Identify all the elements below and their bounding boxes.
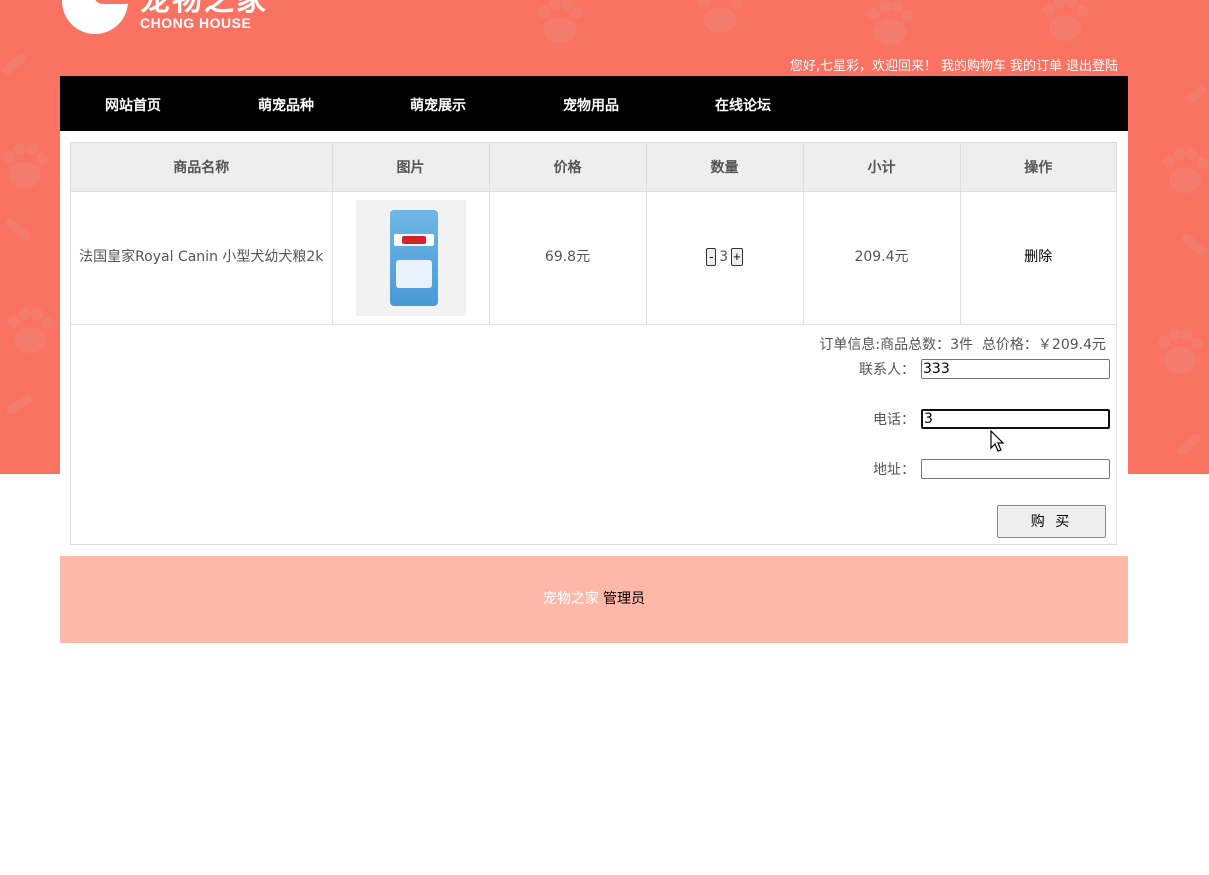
nav-item-breeds[interactable]: 萌宠品种 xyxy=(258,95,314,115)
product-price: 69.8元 xyxy=(489,191,647,325)
nav-item-supplies[interactable]: 宠物用品 xyxy=(563,95,619,115)
order-form: 订单信息:商品总数：3件 总价格：￥209.4元 联系人： 电话： 地址： 购 … xyxy=(71,325,1116,544)
phone-label: 电话： xyxy=(873,411,915,428)
main-nav: 网站首页 萌宠品种 萌宠展示 宠物用品 在线论坛 xyxy=(60,76,1128,131)
footer-brand: 宠物之家 xyxy=(543,591,599,607)
nav-item-showcase[interactable]: 萌宠展示 xyxy=(410,95,466,115)
buy-button[interactable]: 购 买 xyxy=(997,504,1106,538)
mouse-cursor-icon xyxy=(990,430,1005,452)
product-image xyxy=(355,199,466,316)
table-row: 法国皇家Royal Canin 小型犬幼犬粮2k 69.8元 -3 + 209.4… xyxy=(71,191,1116,325)
my-orders-link[interactable]: 我的订单 xyxy=(1010,59,1062,74)
contact-input[interactable] xyxy=(921,358,1110,379)
order-summary: 订单信息:商品总数：3件 总价格：￥209.4元 xyxy=(819,336,1106,353)
footer: 宠物之家 管理员 xyxy=(60,556,1128,643)
user-greeting: 您好,七星彩，欢迎回来！ xyxy=(789,59,937,74)
product-subtotal: 209.4元 xyxy=(803,191,961,325)
header-price: 价格 xyxy=(489,143,647,192)
quantity-stepper: -3 + xyxy=(646,191,804,325)
user-bar: 您好,七星彩，欢迎回来！ 我的购物车 我的订单 退出登陆 xyxy=(790,55,1118,74)
my-cart-link[interactable]: 我的购物车 xyxy=(941,59,1006,74)
delete-link[interactable]: 删除 xyxy=(1024,249,1052,265)
logout-link[interactable]: 退出登陆 xyxy=(1066,59,1118,74)
header-image: 图片 xyxy=(332,143,490,192)
qty-value: 3 xyxy=(719,248,729,265)
contact-label: 联系人： xyxy=(859,361,915,378)
action-cell: 删除 xyxy=(960,191,1116,325)
product-image-cell xyxy=(332,191,490,325)
qty-increase-button[interactable]: + xyxy=(731,248,743,267)
phone-input[interactable] xyxy=(921,408,1110,429)
cart-table: 商品名称 图片 价格 数量 小计 操作 法国皇家Royal Canin 小型犬幼… xyxy=(71,143,1116,325)
cart-header-row: 商品名称 图片 价格 数量 小计 操作 xyxy=(71,143,1116,192)
header-subtotal: 小计 xyxy=(803,143,961,192)
address-input[interactable] xyxy=(921,458,1110,479)
address-label: 地址： xyxy=(873,461,915,478)
header-action: 操作 xyxy=(960,143,1116,192)
header-quantity: 数量 xyxy=(646,143,804,192)
product-name: 法国皇家Royal Canin 小型犬幼犬粮2k xyxy=(71,191,333,325)
nav-item-home[interactable]: 网站首页 xyxy=(105,95,161,115)
qty-decrease-button[interactable]: - xyxy=(706,248,717,267)
logo-title: 宠物之家 xyxy=(140,0,268,18)
cart-panel: 商品名称 图片 价格 数量 小计 操作 法国皇家Royal Canin 小型犬幼… xyxy=(60,131,1128,555)
cart-container: 商品名称 图片 价格 数量 小计 操作 法国皇家Royal Canin 小型犬幼… xyxy=(70,142,1117,545)
admin-link[interactable]: 管理员 xyxy=(603,591,645,607)
logo-subtitle: CHONG HOUSE xyxy=(140,15,252,31)
header-product-name: 商品名称 xyxy=(71,143,333,192)
nav-item-forum[interactable]: 在线论坛 xyxy=(715,95,771,115)
